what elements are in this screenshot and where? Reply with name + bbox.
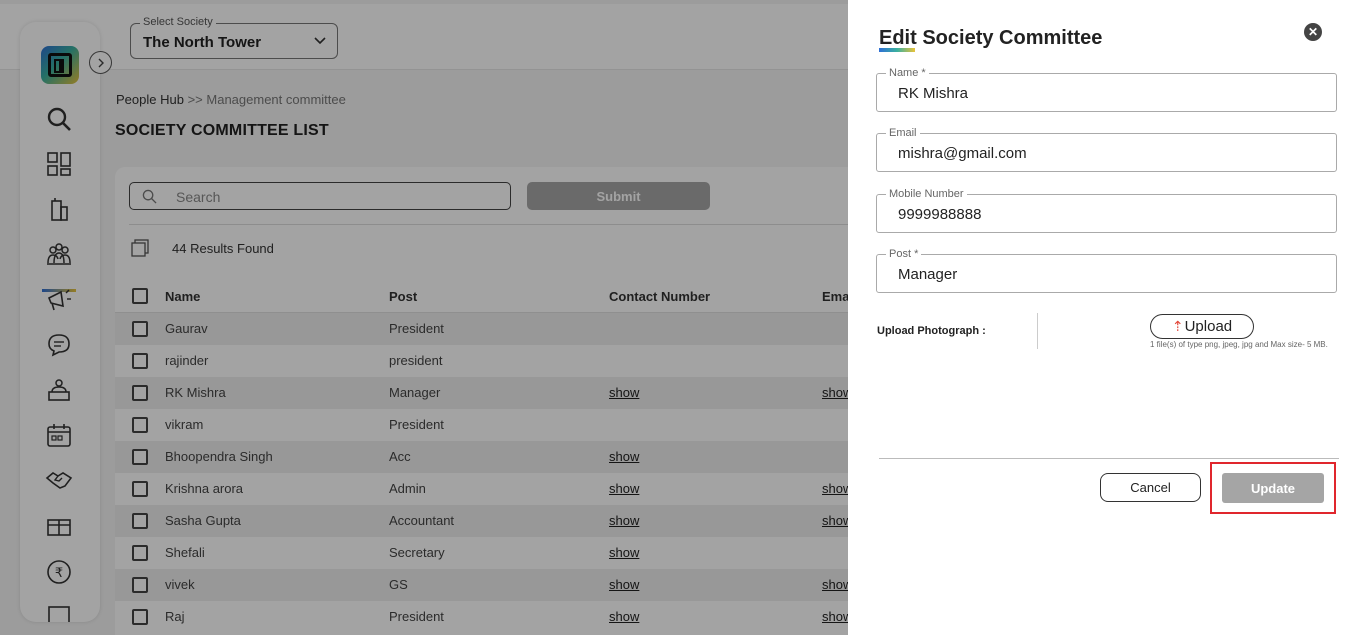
edit-committee-drawer: Edit Society Committee ✕ Name * Email Mo… <box>848 0 1366 635</box>
upload-hint: 1 file(s) of type png, jpeg, jpg and Max… <box>1150 340 1328 349</box>
upload-icon: ⇡ <box>1171 318 1184 334</box>
close-button[interactable]: ✕ <box>1304 23 1322 41</box>
upload-button-label: Upload <box>1184 318 1233 335</box>
divider <box>879 458 1339 459</box>
email-field[interactable]: Email <box>876 127 1337 172</box>
upload-photograph-label: Upload Photograph : <box>877 325 986 337</box>
mobile-field[interactable]: Mobile Number <box>876 188 1337 233</box>
title-accent <box>879 48 915 52</box>
email-input[interactable] <box>898 143 1318 163</box>
cancel-button[interactable]: Cancel <box>1100 473 1201 502</box>
post-input[interactable] <box>898 264 1318 284</box>
update-button[interactable]: Update <box>1222 473 1324 503</box>
post-field[interactable]: Post * <box>876 248 1337 293</box>
close-icon: ✕ <box>1307 25 1319 39</box>
post-field-label: Post * <box>886 248 922 260</box>
drawer-title: Edit Society Committee <box>879 27 1103 49</box>
mobile-input[interactable] <box>898 204 1318 224</box>
name-field-label: Name * <box>886 67 929 79</box>
upload-button[interactable]: ⇡ Upload <box>1150 314 1254 339</box>
email-field-label: Email <box>886 127 920 139</box>
modal-backdrop[interactable] <box>0 0 848 635</box>
name-input[interactable] <box>898 83 1318 103</box>
mobile-field-label: Mobile Number <box>886 188 967 200</box>
name-field[interactable]: Name * <box>876 67 1337 112</box>
divider <box>1037 313 1038 349</box>
